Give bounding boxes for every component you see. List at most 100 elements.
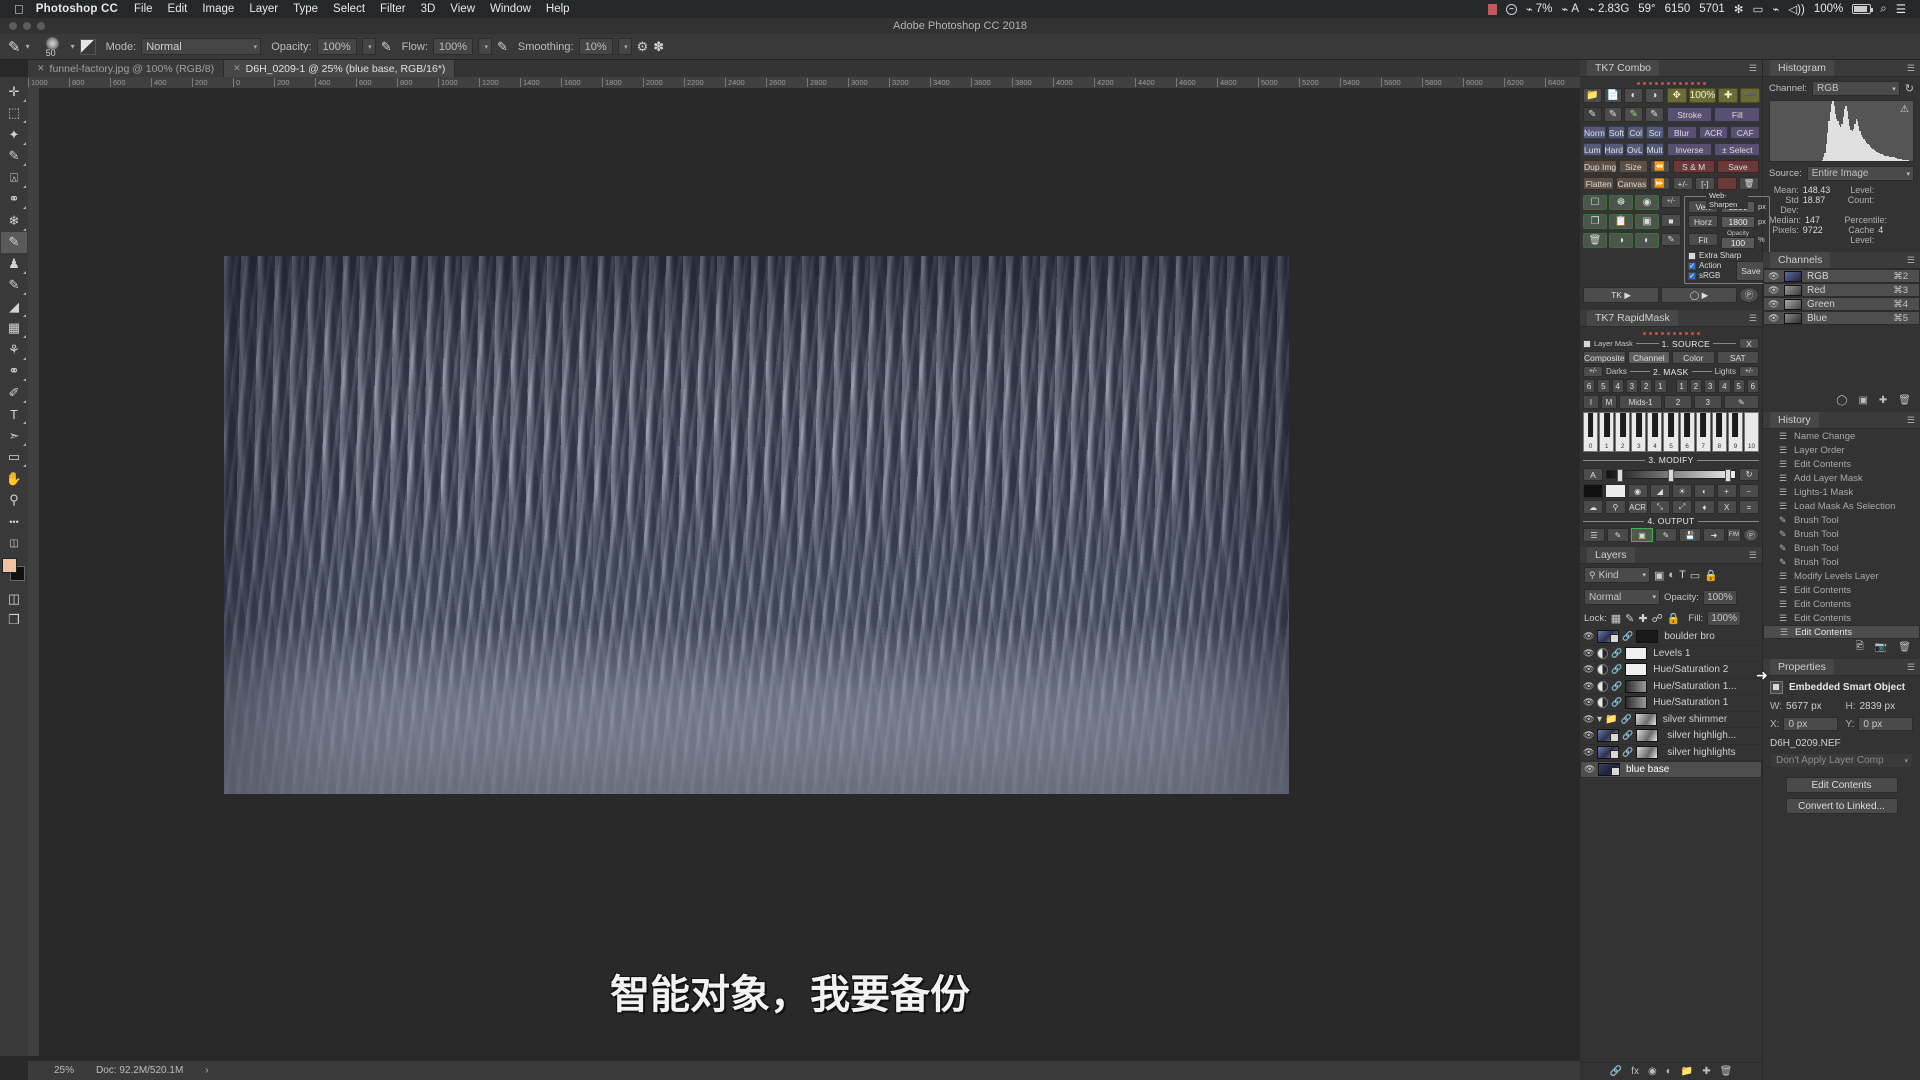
tab-d6h-0209-1[interactable]: ✕ D6H_0209-1 @ 25% (blue base, RGB/16*) bbox=[224, 60, 455, 77]
layer-mask-thumbnail[interactable] bbox=[1636, 630, 1658, 643]
lock-all-icon[interactable]: 🔒 bbox=[1667, 612, 1681, 625]
blur-button[interactable]: Blur bbox=[1667, 126, 1697, 139]
key-4[interactable]: 4 bbox=[1647, 412, 1662, 452]
layer-mask-thumbnail[interactable] bbox=[1625, 647, 1647, 660]
key-2[interactable]: 2 bbox=[1615, 412, 1630, 452]
history-list[interactable]: ☰Name Change☰Layer Order☰Edit Contents☰A… bbox=[1763, 429, 1920, 639]
layer-name[interactable]: Hue/Saturation 1 bbox=[1653, 697, 1728, 708]
x-icon[interactable]: X bbox=[1717, 500, 1737, 514]
type-filter-icon[interactable]: T bbox=[1679, 569, 1686, 581]
tab-funnel-factory[interactable]: ✕ funnel-factory.jpg @ 100% (RGB/8) bbox=[28, 60, 224, 77]
app-name-label[interactable]: Photoshop CC bbox=[36, 3, 118, 15]
reset-icon[interactable]: ↻ bbox=[1739, 468, 1759, 481]
layer-name[interactable]: silver highlights bbox=[1667, 747, 1735, 758]
layer-thumbnail[interactable] bbox=[1598, 763, 1620, 776]
contract-icon[interactable]: ⤢ bbox=[1672, 500, 1692, 514]
menu-3d[interactable]: 3D bbox=[421, 3, 436, 15]
folder-icon[interactable]: 📁 bbox=[1681, 1066, 1693, 1077]
black-swatch[interactable] bbox=[1583, 484, 1603, 498]
key-10[interactable]: 10 bbox=[1744, 412, 1759, 452]
mask-link-icon[interactable]: 🔗 bbox=[1622, 730, 1633, 741]
move-tool[interactable]: ✛ bbox=[1, 81, 27, 103]
smartobject-filter-icon[interactable]: 🔒 bbox=[1704, 569, 1718, 582]
source-composite-button[interactable]: Composite bbox=[1583, 351, 1626, 364]
dodge-tool[interactable]: ⚭ bbox=[1, 361, 27, 383]
mids-1-button[interactable]: Mids-1 bbox=[1619, 395, 1662, 409]
key-8[interactable]: 8 bbox=[1712, 412, 1727, 452]
zoom-level-label[interactable]: 25% bbox=[54, 1065, 74, 1076]
layer-row[interactable]: 👁🔗Hue/Saturation 1 bbox=[1580, 695, 1762, 712]
history-state-row[interactable]: ☰Edit Contents bbox=[1763, 611, 1920, 625]
invert-mask-icon[interactable]: ◉ bbox=[1635, 195, 1659, 210]
menu-help[interactable]: Help bbox=[546, 3, 570, 15]
minus-icon[interactable]: ➖ bbox=[1740, 88, 1760, 103]
layer-row[interactable]: 👁🔗boulder bro bbox=[1580, 629, 1762, 646]
darks-4-button[interactable]: 4 bbox=[1612, 379, 1624, 393]
menu-file[interactable]: File bbox=[134, 3, 153, 15]
merge-layers-icon[interactable]: ☸ bbox=[1609, 195, 1633, 210]
smoothing-field[interactable]: 10% bbox=[579, 38, 613, 55]
canvas-area[interactable] bbox=[39, 88, 1580, 1056]
delete-state-icon[interactable]: 🗑 bbox=[1898, 642, 1911, 653]
history-state-row[interactable]: ✎Brush Tool bbox=[1763, 541, 1920, 555]
menu-type[interactable]: Type bbox=[293, 3, 318, 15]
plus-minus-button[interactable]: +/- bbox=[1673, 177, 1693, 190]
trash-layer-icon[interactable]: 🗑 bbox=[1583, 233, 1607, 248]
pen-icon[interactable]: ✎ bbox=[1661, 233, 1681, 246]
symmetry-icon[interactable]: ✽ bbox=[653, 39, 664, 55]
new-layer-icon[interactable]: ☐ bbox=[1583, 195, 1607, 210]
warning-icon[interactable]: ⚠ bbox=[1900, 104, 1909, 115]
mask-link-icon[interactable]: 🔗 bbox=[1611, 648, 1622, 659]
s-and-m-button[interactable]: S & M bbox=[1673, 160, 1715, 173]
half-circle-2-icon[interactable]: ◑ bbox=[1645, 88, 1664, 103]
acr-button[interactable]: ACR bbox=[1628, 500, 1648, 514]
mask-link-icon[interactable]: 🔗 bbox=[1622, 631, 1633, 642]
bluetooth-icon[interactable]: ✻ bbox=[1734, 2, 1744, 16]
darks-plus-minus-button[interactable]: +/- bbox=[1583, 366, 1603, 377]
layer-comp-select[interactable]: Don't Apply Layer Comp ▾ bbox=[1770, 753, 1913, 768]
x-input[interactable]: 0 px bbox=[1783, 717, 1837, 731]
layer-thumbnail[interactable] bbox=[1597, 746, 1619, 759]
layer-thumbnail[interactable] bbox=[1597, 630, 1619, 643]
blend-soft-button[interactable]: Soft bbox=[1608, 126, 1625, 139]
layer-thumbnail[interactable] bbox=[1597, 729, 1619, 742]
alpha-button[interactable]: A bbox=[1583, 468, 1603, 481]
load-selection-icon[interactable]: ◯ bbox=[1836, 395, 1847, 406]
channels-header[interactable]: Channels ☰ bbox=[1763, 252, 1920, 269]
menu-icon[interactable]: ☰ bbox=[1583, 528, 1605, 542]
key-1[interactable]: 1 bbox=[1599, 412, 1614, 452]
delete-channel-icon[interactable]: 🗑 bbox=[1898, 395, 1911, 406]
expand-icon[interactable]: ✥ bbox=[1667, 88, 1687, 103]
history-state-row[interactable]: ☰Modify Levels Layer bbox=[1763, 569, 1920, 583]
eyedropper-tool[interactable]: ⚭ bbox=[1, 189, 27, 211]
menu-layer[interactable]: Layer bbox=[249, 3, 278, 15]
layer-name[interactable]: silver shimmer bbox=[1663, 714, 1727, 725]
darks-6-button[interactable]: 6 bbox=[1583, 379, 1595, 393]
plus-icon[interactable]: ✚ bbox=[1718, 88, 1738, 103]
shape-filter-icon[interactable]: ▭ bbox=[1690, 569, 1700, 582]
layer-visibility-icon[interactable]: 👁 bbox=[1583, 664, 1594, 675]
layer-row[interactable]: 👁🔗silver highlights bbox=[1580, 745, 1762, 762]
layer-visibility-icon[interactable]: 👁 bbox=[1583, 697, 1594, 708]
zoom-tool[interactable]: ⚲ bbox=[1, 490, 27, 512]
convert-to-linked-button[interactable]: Convert to Linked... bbox=[1786, 798, 1898, 814]
layer-name[interactable]: silver highligh... bbox=[1667, 730, 1736, 741]
adjustment-thumbnail[interactable] bbox=[1597, 681, 1608, 692]
blend-ovl-button[interactable]: OvL bbox=[1626, 143, 1644, 156]
layer-visibility-icon[interactable]: 👁 bbox=[1583, 730, 1594, 741]
histogram-header[interactable]: Histogram ☰ bbox=[1763, 60, 1920, 77]
layer-visibility-icon[interactable]: 👁 bbox=[1583, 747, 1594, 758]
cloud-icon[interactable]: ☁ bbox=[1583, 500, 1603, 514]
new-layer-icon[interactable]: ✚ bbox=[1702, 1066, 1710, 1077]
brush2-icon[interactable]: ✎ bbox=[1655, 528, 1677, 542]
inverse-button[interactable]: Inverse bbox=[1667, 143, 1713, 156]
curves-icon[interactable]: ◢ bbox=[1650, 484, 1670, 498]
history-state-row[interactable]: ☰Edit Contents bbox=[1763, 625, 1920, 639]
foreground-background-colors[interactable] bbox=[2, 558, 26, 582]
pen-tool[interactable]: ✐ bbox=[1, 382, 27, 404]
fit-button[interactable]: Fit bbox=[1688, 233, 1718, 246]
horz-value-field[interactable]: 1800 bbox=[1721, 216, 1755, 228]
brush-settings-icon[interactable] bbox=[80, 39, 96, 55]
blend-mode-select[interactable]: Normal ▾ bbox=[141, 38, 261, 55]
user-menu-button[interactable]: ◯ ▶ bbox=[1661, 287, 1737, 303]
